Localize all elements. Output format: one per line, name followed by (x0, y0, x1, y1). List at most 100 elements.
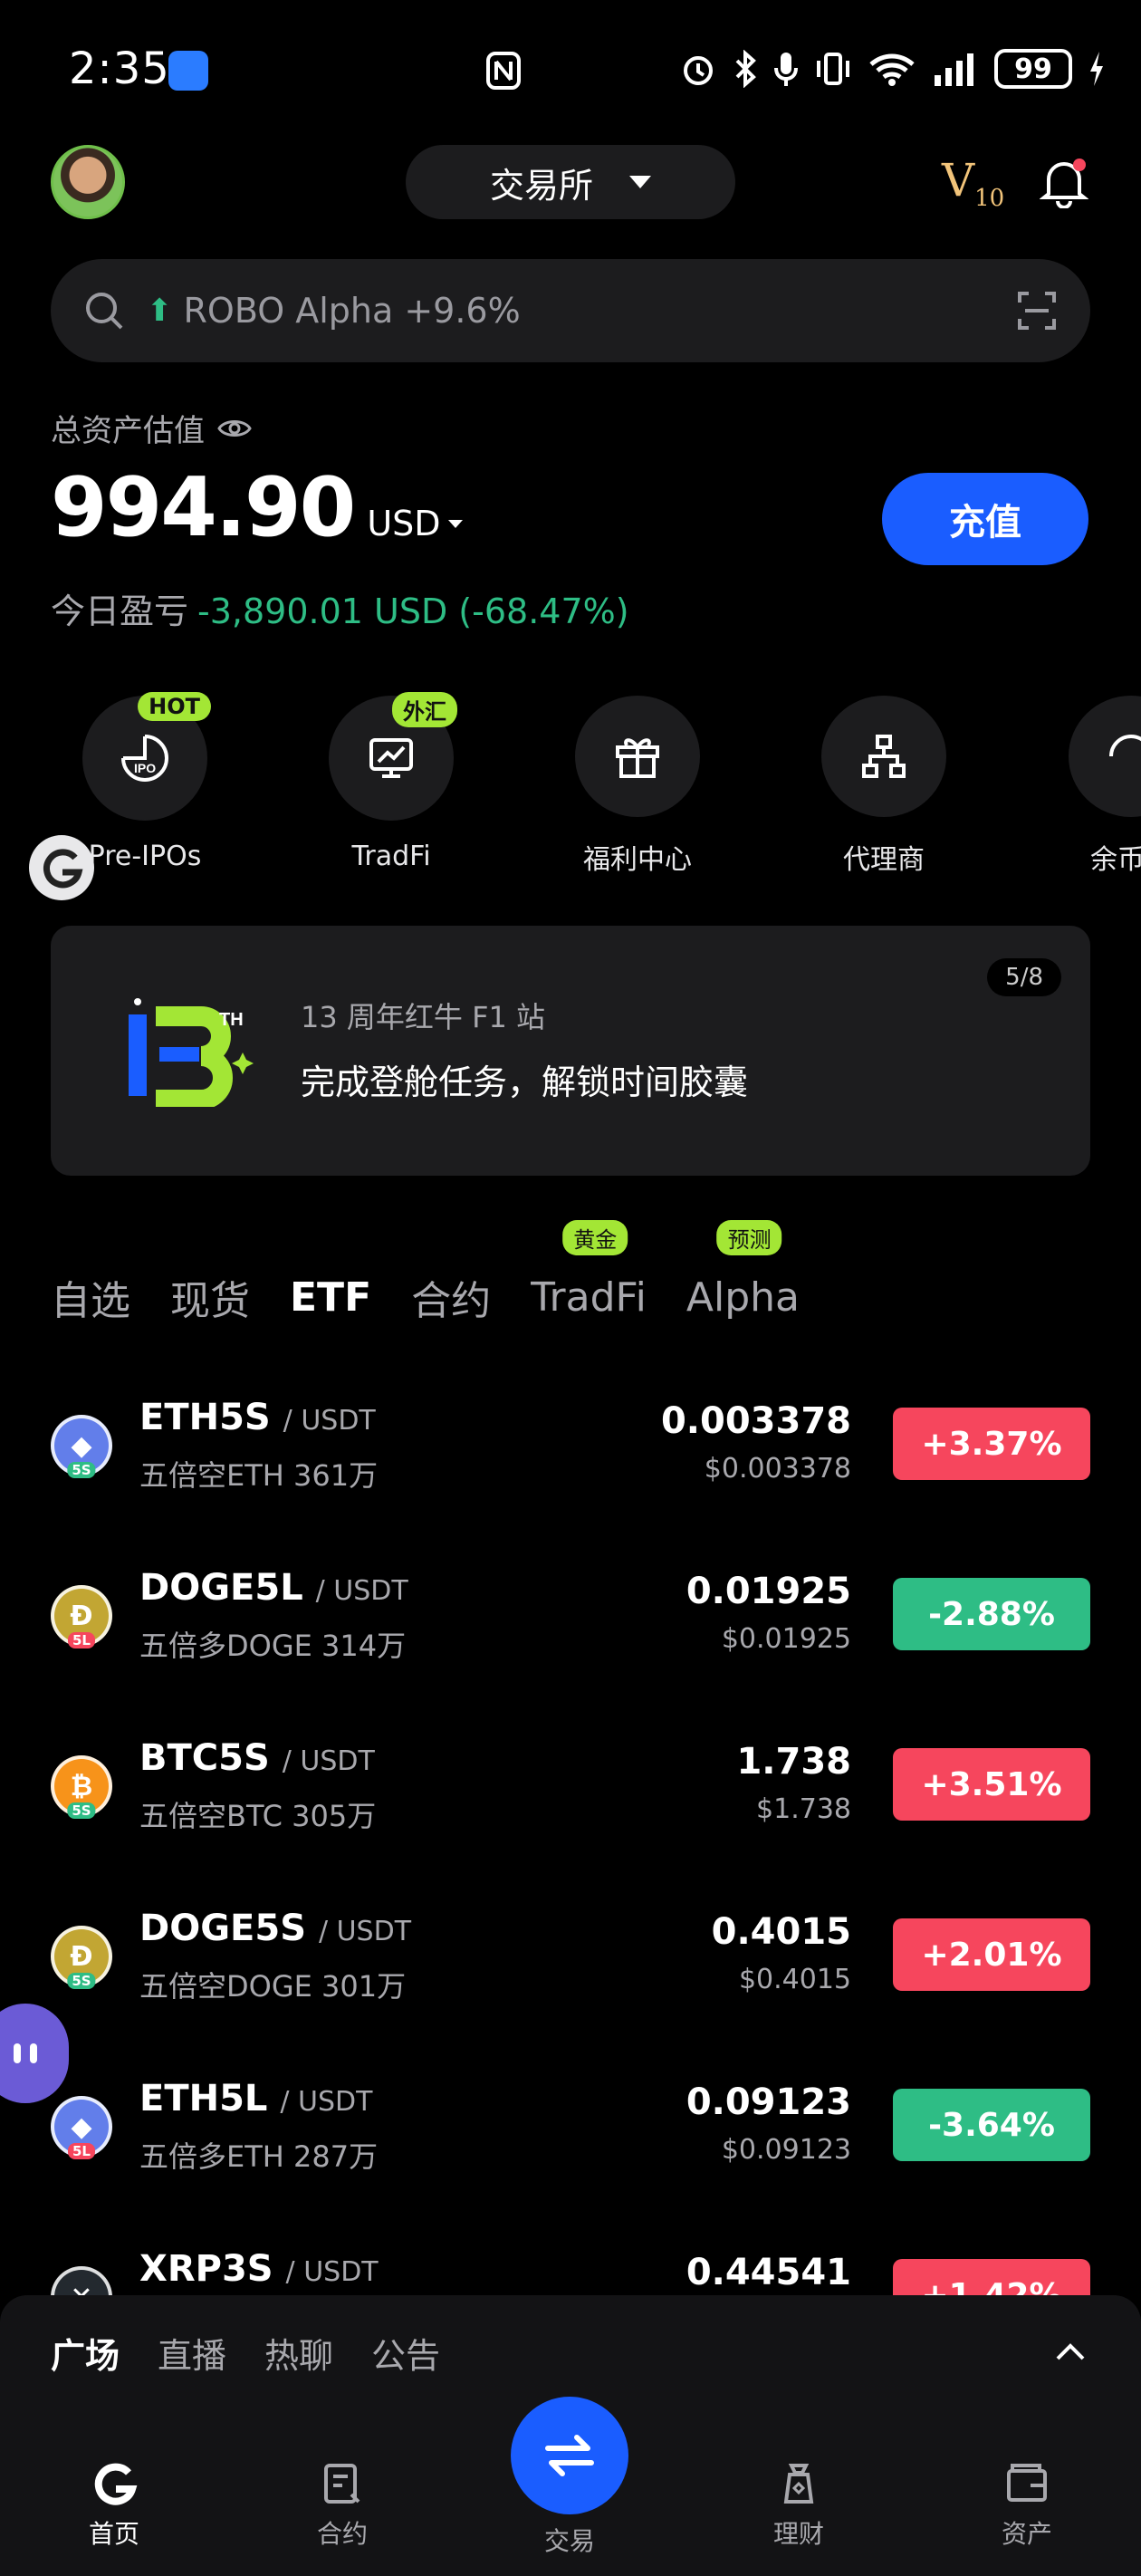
price-usd: $0.01925 (721, 1623, 851, 1655)
asset-label: 总资产估值 (51, 406, 252, 450)
svg-text:TH: TH (219, 1010, 244, 1030)
tradfi-icon (364, 731, 418, 785)
anniversary-logo: TH (123, 998, 259, 1107)
market-row[interactable]: Ð 5S DOGE5S / USDT 五倍空DOGE 301万 0.4015 $0.401… (51, 1898, 1090, 2034)
avatar[interactable] (51, 145, 125, 219)
pair-quote: / USDT (318, 1916, 412, 1947)
wifi-icon (868, 50, 916, 88)
vip-badge[interactable]: V10 (942, 154, 1004, 212)
pair-base: ETH5S (139, 1397, 271, 1438)
nav-label-trade: 交易 (543, 2526, 595, 2556)
pair-base: DOGE5S (139, 1908, 307, 1949)
pair-base: XRP3S (139, 2248, 273, 2290)
coin-glyph: ◆ (71, 1429, 92, 1462)
deposit-button[interactable]: 充值 (882, 473, 1088, 565)
tab-etf[interactable]: ETF (290, 1274, 371, 1321)
agent-icon (857, 729, 911, 783)
vibrate-icon (815, 50, 851, 88)
currency-selector[interactable]: USD (367, 504, 463, 543)
search-input[interactable]: ROBO Alpha +9.6% (184, 291, 521, 331)
scan-icon[interactable] (1016, 290, 1058, 332)
nav-earn[interactable]: 理财 (685, 2460, 913, 2551)
exchange-selector[interactable]: 交易所 (406, 145, 735, 219)
pair-base: DOGE5L (139, 1567, 303, 1609)
trading-pair: BTC5S / USDT (139, 1737, 375, 1779)
change-badge[interactable]: -2.88% (893, 1578, 1090, 1650)
trading-pair: DOGE5S / USDT (139, 1908, 411, 1949)
tab-alpha[interactable]: Alpha 预测 (686, 1219, 800, 1321)
tab-tradfi-label: TradFi (531, 1274, 647, 1321)
gift-icon (610, 729, 665, 783)
coin-glyph: ₿ (70, 1770, 93, 1802)
trading-pair: ETH5S / USDT (139, 1397, 376, 1438)
change-badge[interactable]: -3.64% (893, 2089, 1090, 2161)
battery-indicator: 99 (994, 49, 1072, 89)
chevron-up-icon[interactable] (1054, 2341, 1087, 2362)
tab-badge: 黄金 (562, 1219, 628, 1255)
coin-icon: ◆ 5L (51, 2096, 112, 2159)
coin-icon: Ð 5S (51, 1926, 112, 1989)
search-bar[interactable]: ⬆ ROBO Alpha +9.6% (51, 259, 1090, 362)
tab-spot[interactable]: 现货 (170, 1268, 250, 1326)
change-badge[interactable]: +3.37% (893, 1408, 1090, 1480)
tab-tradfi[interactable]: TradFi 黄金 (531, 1219, 647, 1321)
eye-icon[interactable] (217, 416, 252, 441)
floating-logo-icon[interactable] (29, 835, 94, 900)
market-tabs: 自选 现货 ETF 合约 TradFi 黄金 Alpha 预测 (51, 1219, 839, 1326)
price-usd: $0.4015 (738, 1964, 851, 1995)
shortcut-label: 福利中心 (583, 844, 692, 876)
change-badge[interactable]: +2.01% (893, 1918, 1090, 1991)
change-badge[interactable]: +3.51% (893, 1748, 1090, 1821)
currency-label: USD (367, 504, 441, 543)
nav-assets[interactable]: 资产 (913, 2460, 1141, 2551)
coin-leverage-tag: 5S (67, 1973, 96, 1989)
coin-glyph: ◆ (71, 2110, 92, 2143)
notification-bell-icon[interactable] (1040, 156, 1088, 208)
swap-icon (541, 2427, 599, 2485)
shortcut-tradfi[interactable]: 外汇 TradFi (301, 692, 482, 877)
pair-quote: / USDT (315, 1575, 408, 1607)
tab-square[interactable]: 广场 (51, 2328, 120, 2378)
nav-futures[interactable]: 合约 (228, 2460, 456, 2551)
shortcut-label: Pre-IPOs (88, 841, 202, 872)
tab-watchlist[interactable]: 自选 (51, 1268, 130, 1326)
market-row[interactable]: ₿ 5S BTC5S / USDT 五倍空BTC 305万 1.738 $1.738 +3.… (51, 1728, 1090, 1864)
app-notification-icon (168, 51, 208, 91)
shortcut-label: 代理商 (843, 844, 925, 876)
coin-glyph: Ð (70, 1940, 93, 1973)
shortcut-label: 余币 (1090, 844, 1141, 876)
market-row[interactable]: ◆ 5S ETH5S / USDT 五倍空ETH 361万 0.003378 $0.003… (51, 1388, 1090, 1523)
market-row[interactable]: ◆ 5L ETH5L / USDT 五倍多ETH 287万 0.09123 $0.0912… (51, 2069, 1090, 2205)
pair-description: 五倍空BTC 305万 (139, 1799, 377, 1833)
nav-label: 理财 (772, 2519, 824, 2549)
tab-announcement[interactable]: 公告 (371, 2328, 440, 2378)
banner-pagination: 5/8 (987, 958, 1061, 996)
tab-hot-chat[interactable]: 热聊 (264, 2328, 333, 2378)
price-usd: $1.738 (756, 1793, 851, 1825)
pair-description: 五倍空DOGE 301万 (139, 1969, 407, 2004)
promo-banner[interactable]: TH 13 周年红牛 F1 站 完成登舱任务，解锁时间胶囊 5/8 (51, 926, 1090, 1176)
coin-leverage-tag: 5L (68, 1632, 95, 1648)
search-icon (83, 290, 125, 332)
shortcut-agent[interactable]: 代理商 (793, 696, 974, 877)
svg-text:IPO: IPO (134, 761, 156, 775)
market-row[interactable]: Ð 5L DOGE5L / USDT 五倍多DOGE 314万 0.01925 $0.01… (51, 1558, 1090, 1694)
exchange-label: 交易所 (489, 165, 593, 206)
tab-futures[interactable]: 合约 (411, 1268, 491, 1326)
futures-icon (319, 2460, 366, 2507)
trade-button[interactable] (511, 2397, 628, 2514)
chevron-down-icon (447, 519, 463, 528)
total-asset-value: 994.90 USD (51, 460, 463, 555)
last-price: 0.09123 (686, 2081, 851, 2123)
shortcut-rewards[interactable]: 福利中心 (547, 696, 728, 877)
banner-title: 完成登舱任务，解锁时间胶囊 (301, 1062, 749, 1102)
coin-glyph: Ð (70, 1600, 93, 1632)
pair-base: ETH5L (139, 2078, 268, 2119)
nav-home[interactable]: 首页 (0, 2460, 228, 2551)
tab-badge: 预测 (716, 1219, 782, 1255)
chevron-down-icon (629, 176, 651, 188)
tab-live[interactable]: 直播 (158, 2328, 226, 2378)
pair-description: 五倍空ETH 361万 (139, 1458, 379, 1493)
shortcut-savings[interactable]: 余币 (1040, 696, 1141, 877)
coin-leverage-tag: 5S (67, 1802, 96, 1819)
